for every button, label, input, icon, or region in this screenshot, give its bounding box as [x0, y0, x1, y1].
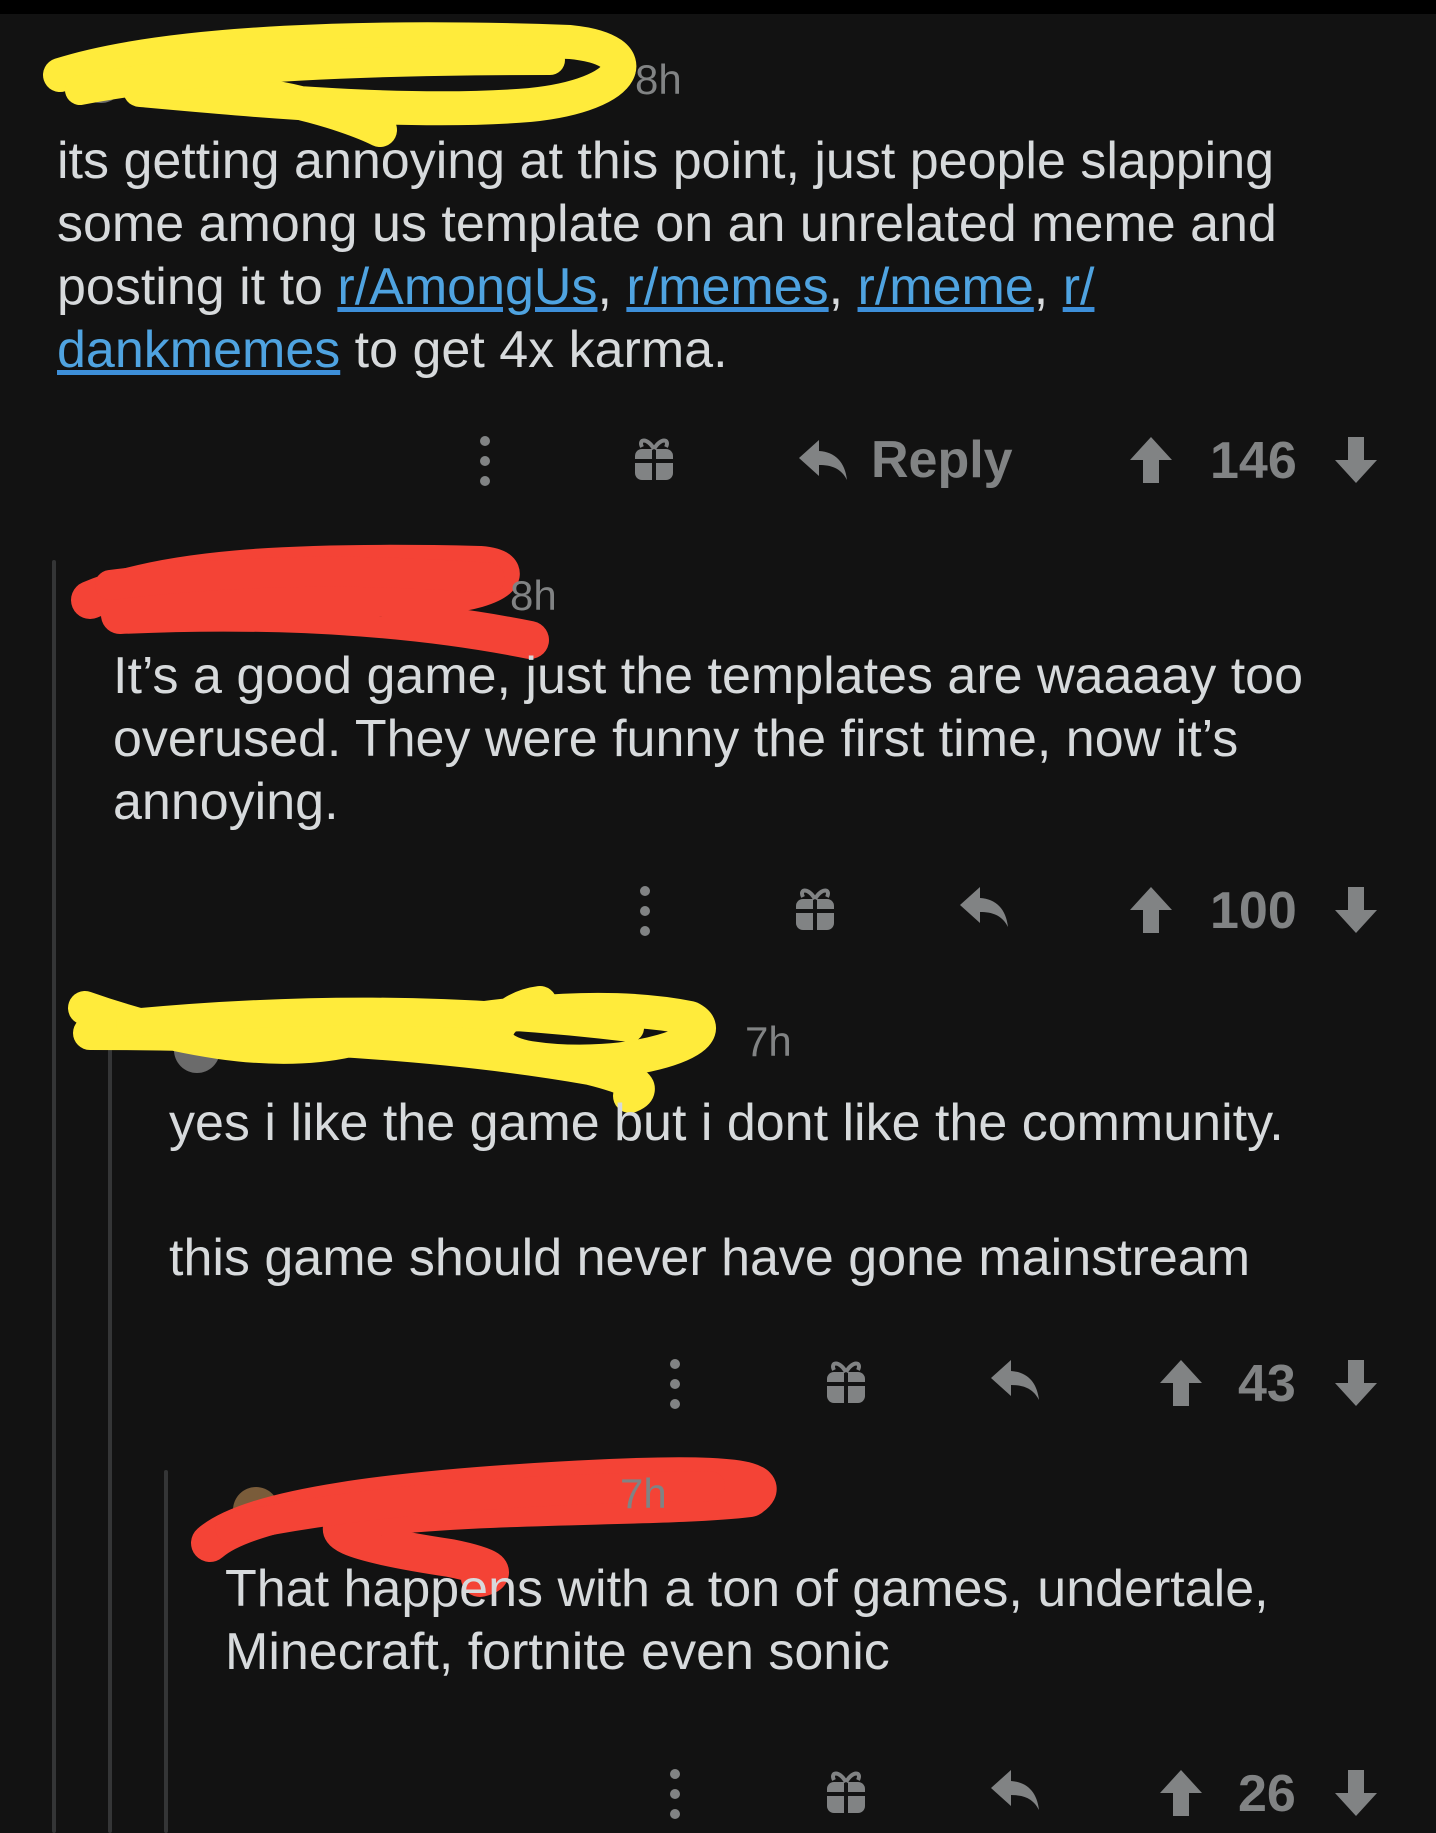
reply-label: Reply — [871, 431, 1013, 489]
comment-body: yes i like the game but i dont like the … — [169, 1092, 1369, 1290]
more-button[interactable] — [630, 883, 660, 939]
more-icon — [670, 1769, 680, 1819]
vote-score: 146 — [1210, 432, 1297, 490]
comment-body: its getting annoying at this point, just… — [57, 130, 1387, 382]
award-button[interactable] — [824, 1358, 868, 1406]
reply-icon — [960, 887, 1008, 927]
comment-actions: 43 — [0, 1348, 1436, 1418]
upvote-icon — [1130, 437, 1172, 483]
reply-button[interactable] — [989, 1766, 1041, 1814]
downvote-icon — [1335, 1360, 1377, 1406]
award-icon — [827, 1361, 865, 1403]
more-icon — [670, 1359, 680, 1409]
vote-score: 26 — [1238, 1765, 1296, 1823]
comment-timestamp: 7h — [745, 1018, 792, 1065]
downvote-icon — [1335, 437, 1377, 483]
subreddit-link-memes[interactable]: r/memes — [626, 258, 828, 316]
comment-2: 8h It’s a good game, just the templates … — [0, 520, 1436, 970]
comment-1: 8h its getting annoying at this point, j… — [0, 0, 1436, 520]
comment-4: 7h That happens with a ton of games, und… — [0, 1430, 1436, 1833]
award-icon — [635, 438, 673, 480]
downvote-button[interactable] — [1333, 1358, 1379, 1408]
more-button[interactable] — [660, 1766, 690, 1822]
reply-button[interactable] — [958, 883, 1010, 931]
comment-3: 7h yes i like the game but i dont like t… — [0, 970, 1436, 1430]
more-icon — [480, 436, 490, 486]
comment-paragraph: yes i like the game but i dont like the … — [169, 1094, 1284, 1152]
comment-text: It’s a good game, just the templates are… — [113, 647, 1303, 831]
comment-timestamp: 7h — [620, 1470, 667, 1517]
downvote-icon — [1335, 1770, 1377, 1816]
separator: , — [597, 258, 627, 316]
more-icon — [640, 886, 650, 936]
subreddit-link-meme[interactable]: r/meme — [858, 258, 1034, 316]
award-icon — [796, 888, 834, 930]
reply-icon — [991, 1770, 1039, 1810]
upvote-button[interactable] — [1128, 885, 1174, 935]
downvote-button[interactable] — [1333, 1768, 1379, 1818]
redaction-scribble — [71, 544, 549, 659]
redaction-scribble — [43, 22, 637, 147]
comment-timestamp: 8h — [510, 572, 557, 619]
upvote-icon — [1130, 887, 1172, 933]
more-button[interactable] — [470, 433, 500, 489]
upvote-icon — [1160, 1360, 1202, 1406]
redaction-scribble — [68, 986, 716, 1113]
upvote-button[interactable] — [1158, 1768, 1204, 1818]
award-button[interactable] — [824, 1768, 868, 1816]
comment-body: It’s a good game, just the templates are… — [113, 645, 1363, 834]
comment-actions: 100 — [0, 875, 1436, 945]
downvote-button[interactable] — [1333, 435, 1379, 485]
reply-button[interactable] — [989, 1356, 1041, 1404]
award-button[interactable] — [632, 435, 676, 483]
reply-icon — [799, 440, 847, 480]
more-button[interactable] — [660, 1356, 690, 1412]
separator: , — [828, 258, 858, 316]
vote-score: 100 — [1210, 882, 1297, 940]
award-button[interactable] — [793, 885, 837, 933]
award-icon — [827, 1771, 865, 1813]
upvote-button[interactable] — [1128, 435, 1174, 485]
reply-button[interactable]: Reply — [797, 430, 1013, 490]
comment-actions: 26 — [0, 1758, 1436, 1828]
downvote-button[interactable] — [1333, 885, 1379, 935]
comment-actions: Reply 146 — [0, 425, 1436, 495]
upvote-icon — [1160, 1770, 1202, 1816]
comment-timestamp: 8h — [635, 56, 682, 103]
vote-score: 43 — [1238, 1355, 1296, 1413]
upvote-button[interactable] — [1158, 1358, 1204, 1408]
separator: , — [1033, 258, 1063, 316]
comment-text: to get 4x karma. — [340, 321, 728, 379]
comment-text: That happens with a ton of games, undert… — [225, 1560, 1269, 1681]
downvote-icon — [1335, 887, 1377, 933]
reply-icon — [991, 1360, 1039, 1400]
comment-paragraph: this game should never have gone mainstr… — [169, 1229, 1251, 1287]
comment-body: That happens with a ton of games, undert… — [225, 1558, 1375, 1684]
subreddit-link-amongus[interactable]: r/AmongUs — [337, 258, 597, 316]
